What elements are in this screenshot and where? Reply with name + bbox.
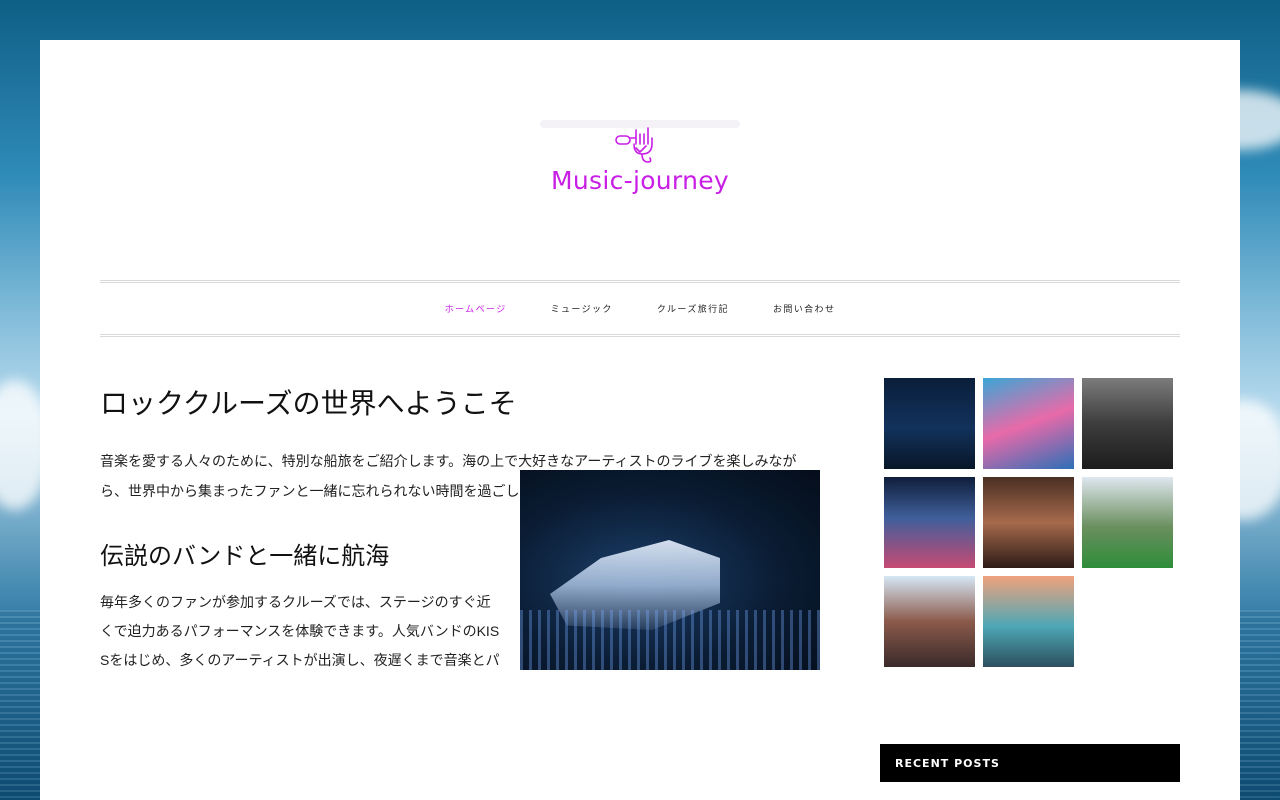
page-container: Music-journey ホームページ ミュージック クルーズ旅行記 お問い合… [40,40,1240,800]
gallery-thumb-fans-banner[interactable] [983,378,1074,469]
sidebar [884,378,1184,667]
ship-reflection [520,610,820,670]
article-subtitle: 伝説のバンドと一緒に航海 [100,542,390,570]
main-content: ロッククルーズの世界へようこそ 音楽を愛する人々のために、特別な船旅をご紹介しま… [100,378,820,676]
nav-item-contact[interactable]: お問い合わせ [751,302,857,315]
article-title: ロッククルーズの世界へようこそ [100,387,517,420]
nav-item-home[interactable]: ホームページ [423,302,529,315]
gallery-thumb-deck-party[interactable] [1082,477,1173,568]
sidebar-gallery [884,378,1184,667]
main-navigation: ホームページ ミュージック クルーズ旅行記 お問い合わせ [100,280,1180,337]
site-logo-text: Music-journey [551,166,729,195]
nav-item-music[interactable]: ミュージック [529,302,635,315]
article-paragraph: 毎年多くのファンが参加するクルーズでは、ステージのすぐ近くで迫力あるパフォーマン… [100,594,500,668]
cruise-ship-photo [520,470,820,670]
gallery-thumb-pool-concert[interactable] [884,576,975,667]
nav-item-cruise-travelogue[interactable]: クルーズ旅行記 [635,302,751,315]
gallery-thumb-concert-crowd[interactable] [1082,378,1173,469]
gallery-thumb-cruise-ship[interactable] [884,378,975,469]
gallery-thumb-stage-lights[interactable] [884,477,975,568]
recent-posts-heading: RECENT POSTS [880,744,1180,782]
gallery-thumb-theater[interactable] [983,477,1074,568]
site-logo[interactable]: Music-journey [540,120,740,204]
gallery-thumb-sunset-deck[interactable] [983,576,1074,667]
rock-hand-microphone-icon [615,127,653,163]
